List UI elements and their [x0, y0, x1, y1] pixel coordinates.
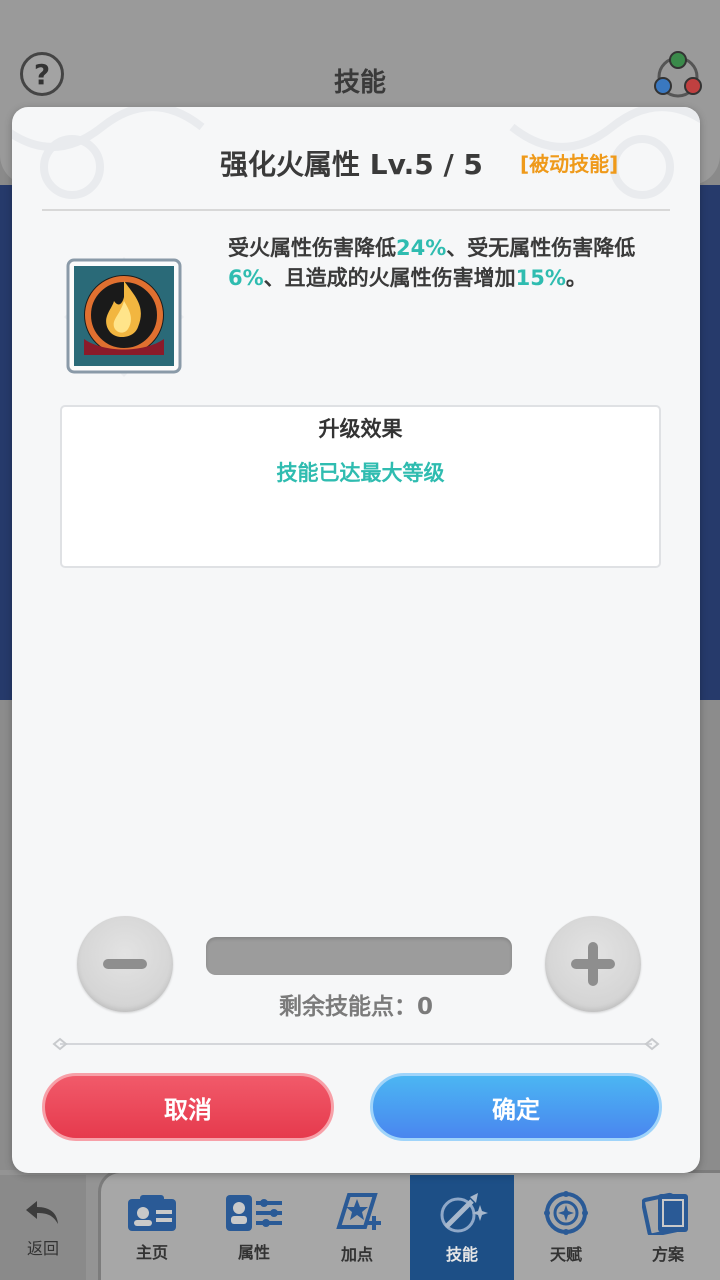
- level-progress-bar: [206, 937, 512, 975]
- description-value: 24%: [396, 236, 447, 260]
- cards-icon: [642, 1192, 688, 1235]
- remaining-skill-points: 剩余技能点：0: [12, 987, 700, 1021]
- skill-icon: [440, 1192, 488, 1232]
- skill-dialog: 强化火属性 Lv.5 / 5 [被动技能] 受火属性伤害降低24%、受无属性伤害…: [12, 107, 700, 1173]
- back-arrow-icon: [26, 1200, 58, 1224]
- description-value: 6%: [228, 266, 264, 290]
- help-button[interactable]: ?: [20, 52, 64, 96]
- ornament-divider: [52, 1037, 660, 1051]
- skill-type-tag: [被动技能]: [520, 152, 619, 176]
- minus-icon: [103, 959, 147, 969]
- description-text: 。: [565, 266, 587, 290]
- remaining-points-value: 0: [416, 994, 433, 1020]
- skill-level: Lv.5 / 5: [369, 148, 483, 181]
- upgrade-status: 技能已达最大等级: [276, 461, 445, 485]
- nav-label-home: 主页: [135, 1242, 168, 1262]
- nav-label-talent: 天赋: [549, 1244, 582, 1264]
- skill-icon-frame: [64, 257, 184, 377]
- question-icon: ?: [33, 57, 51, 91]
- nav-item-add-points[interactable]: 加点: [305, 1175, 409, 1280]
- description-text: 受火属性伤害降低: [228, 236, 396, 260]
- id-card-icon: [128, 1194, 176, 1231]
- skill-title: 强化火属性 Lv.5 / 5: [220, 143, 483, 183]
- add-points-icon: [336, 1192, 381, 1230]
- cancel-button[interactable]: 取消: [42, 1073, 334, 1141]
- nav-label-plan: 方案: [651, 1244, 684, 1264]
- attributes-icon: [226, 1194, 282, 1231]
- upgrade-effect-box: 升级效果 技能已达最大等级: [60, 405, 661, 568]
- description-text: 、受无属性伤害降低: [446, 236, 636, 260]
- description-value: 15%: [515, 266, 566, 290]
- nav-label-attributes: 属性: [237, 1242, 270, 1262]
- nav-item-skill[interactable]: 技能: [410, 1175, 514, 1280]
- fire-skill-icon: [64, 257, 184, 377]
- nav-label-add-points: 加点: [340, 1244, 373, 1264]
- upgrade-effect-title: 升级效果: [318, 417, 403, 441]
- page-title: 技能: [333, 68, 386, 98]
- nav-label-skill: 技能: [445, 1244, 478, 1264]
- nav-item-home[interactable]: 主页: [100, 1175, 204, 1280]
- back-button[interactable]: 返回: [0, 1175, 86, 1280]
- confirm-button[interactable]: 确定: [370, 1073, 662, 1141]
- back-label: 返回: [26, 1238, 59, 1258]
- nav-item-talent[interactable]: 天赋: [514, 1175, 618, 1280]
- nav-item-plan[interactable]: 方案: [616, 1175, 720, 1280]
- description-text: 、且造成的火属性伤害增加: [263, 266, 516, 290]
- plus-icon: [571, 942, 615, 986]
- title-divider: [42, 209, 670, 211]
- nav-item-attributes[interactable]: 属性: [202, 1175, 306, 1280]
- elements-icon[interactable]: [652, 50, 704, 102]
- talent-icon: [544, 1190, 588, 1235]
- skill-name: 强化火属性: [220, 148, 361, 181]
- skill-description: 受火属性伤害降低24%、受无属性伤害降低 6%、且造成的火属性伤害增加15%。: [228, 233, 668, 293]
- remaining-points-label: 剩余技能点：: [278, 994, 417, 1020]
